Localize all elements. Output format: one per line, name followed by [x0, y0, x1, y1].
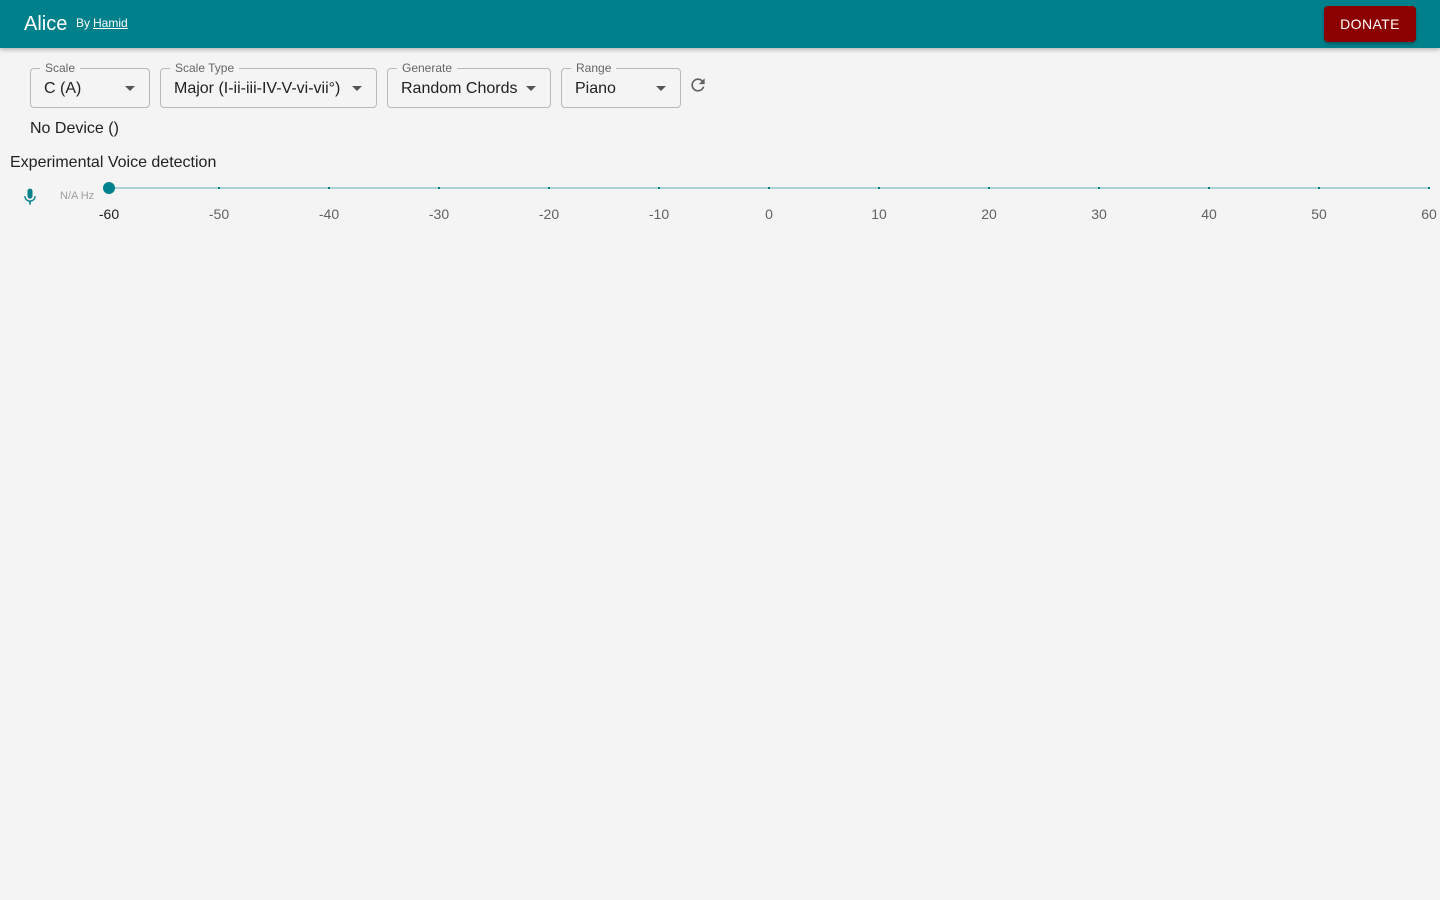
scale-select-value: C (A)	[44, 80, 82, 97]
slider-mark	[1098, 187, 1100, 189]
slider-mark	[1208, 187, 1210, 189]
chevron-down-icon	[526, 86, 536, 91]
refresh-icon[interactable]	[688, 75, 708, 95]
range-select-label: Range	[571, 61, 617, 75]
byline-prefix: By	[76, 16, 91, 30]
slider-mark	[328, 187, 330, 189]
slider-mark-label: 0	[765, 206, 773, 222]
generate-select-value: Random Chords	[401, 80, 518, 97]
scale-select[interactable]: Scale C (A)	[30, 61, 150, 108]
scale-select-label: Scale	[40, 61, 81, 75]
slider-mark-label: -20	[538, 206, 560, 222]
slider-thumb[interactable]	[103, 182, 115, 194]
chevron-down-icon	[656, 86, 666, 91]
slider-mark	[438, 187, 440, 189]
mic-icon[interactable]	[20, 186, 40, 208]
slider-mark	[1428, 187, 1430, 189]
scale-type-select-value: Major (I-ii-iii-IV-V-vi-vii°)	[174, 80, 341, 97]
slider-mark-label: 10	[871, 206, 887, 222]
slider-mark-label: -50	[208, 206, 230, 222]
slider-mark-label: -40	[318, 206, 340, 222]
range-select[interactable]: Range Piano	[561, 61, 681, 108]
generate-select[interactable]: Generate Random Chords	[387, 61, 551, 108]
slider-mark	[218, 187, 220, 189]
donate-button[interactable]: DONATE	[1324, 6, 1416, 42]
slider-mark-label: -10	[648, 206, 670, 222]
slider-mark-label: 20	[981, 206, 997, 222]
slider-mark-label: -60	[98, 206, 120, 222]
app-bar: Alice By Hamid DONATE	[0, 0, 1440, 48]
pitch-offset-slider[interactable]	[103, 182, 1430, 194]
slider-mark	[548, 187, 550, 189]
slider-mark-label: 50	[1311, 206, 1327, 222]
slider-mark	[878, 187, 880, 189]
slider-mark-label: 40	[1201, 206, 1217, 222]
device-status: No Device ()	[30, 120, 119, 137]
slider-mark-label: -30	[428, 206, 450, 222]
frequency-readout: N/A Hz	[60, 190, 95, 202]
slider-mark-label: 60	[1421, 206, 1437, 222]
slider-mark-label: 30	[1091, 206, 1107, 222]
slider-mark	[658, 187, 660, 189]
scale-type-select[interactable]: Scale Type Major (I-ii-iii-IV-V-vi-vii°)	[160, 61, 377, 108]
slider-mark	[1318, 187, 1320, 189]
chevron-down-icon	[352, 86, 362, 91]
scale-type-select-label: Scale Type	[170, 61, 240, 75]
generate-select-label: Generate	[397, 61, 458, 75]
chevron-down-icon	[125, 86, 135, 91]
app-title: Alice	[24, 13, 68, 35]
slider-mark	[988, 187, 990, 189]
slider-mark	[768, 187, 770, 189]
voice-detection-title: Experimental Voice detection	[10, 154, 217, 171]
author-link[interactable]: Hamid	[93, 16, 128, 30]
range-select-value: Piano	[575, 80, 616, 97]
byline: By Hamid	[76, 16, 128, 30]
